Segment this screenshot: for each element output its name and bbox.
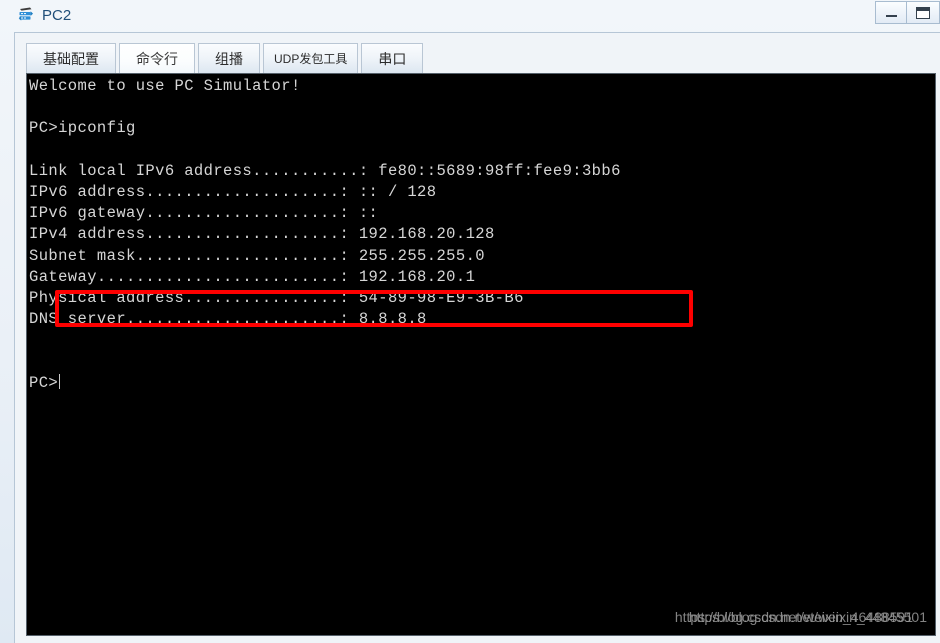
terminal-caret [59,373,61,389]
tab-label: 基础配置 [43,50,99,67]
tab-label: 串口 [378,50,407,67]
tab-label: 命令行 [136,50,178,67]
terminal-console[interactable]: Welcome to use PC Simulator! PC>ipconfig… [26,73,936,636]
tab-multicast[interactable]: 组播 [198,43,260,73]
tab-serial-port[interactable]: 串口 [361,43,424,73]
maximize-button[interactable] [906,1,940,24]
watermark-url-b: https://blog.csdn.net/weixin_46488591 [674,609,913,625]
window-title: PC2 [42,6,72,24]
maximize-icon [916,6,930,19]
tab-basic-config[interactable]: 基础配置 [26,43,116,73]
tab-label: UDP发包工具 [274,52,348,66]
title-bar: PC2 [0,0,940,30]
tab-label: 组播 [215,50,243,67]
tab-udp-tool[interactable]: UDP发包工具 [263,43,359,73]
router-icon [17,6,35,24]
tab-strip: 基础配置 命令行 组播 UDP发包工具 串口 [26,41,426,73]
content-panel: 基础配置 命令行 组播 UDP发包工具 串口 Welcome to use PC… [14,32,940,643]
minimize-button[interactable] [875,1,906,24]
pc2-window: PC2 基础配置 命令行 组播 UDP发包工具 串口 Welcome to us… [0,0,940,643]
terminal-output: Welcome to use PC Simulator! PC>ipconfig… [29,77,621,392]
tab-command-line[interactable]: 命令行 [119,43,195,73]
minimize-icon [885,15,897,17]
